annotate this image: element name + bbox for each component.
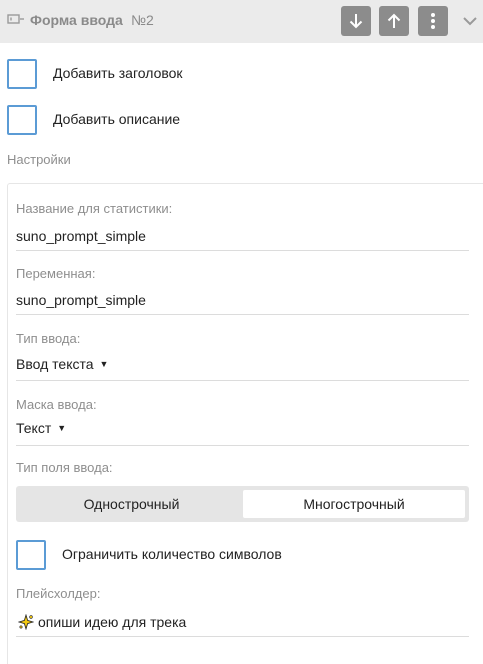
input-form-icon [7, 14, 24, 24]
add-description-label: Добавить описание [53, 111, 181, 127]
dropdown-caret-icon: ▼ [99, 359, 109, 369]
add-description-checkbox[interactable] [7, 105, 37, 135]
move-up-button[interactable] [379, 6, 409, 36]
limit-chars-label: Ограничить количество символов [62, 546, 282, 562]
variable-field[interactable]: suno_prompt_simple [16, 292, 146, 308]
sparkle-icon [18, 614, 34, 630]
more-vertical-icon [431, 13, 435, 29]
placeholder-field[interactable]: опиши идею для трека [18, 614, 186, 630]
input-mask-label: Маска ввода: [16, 397, 97, 412]
chevron-down-icon[interactable] [462, 13, 478, 29]
input-type-underline [16, 380, 469, 381]
stat-name-underline [16, 250, 469, 251]
add-title-option[interactable]: Добавить заголовок [7, 59, 183, 89]
input-type-label: Тип ввода: [16, 331, 81, 346]
block-header: Форма ввода №2 [0, 0, 483, 43]
multi-line-option[interactable]: Многострочный [243, 490, 465, 518]
variable-underline [16, 314, 469, 315]
placeholder-underline [16, 636, 469, 637]
arrow-up-icon [387, 13, 401, 28]
input-mask-value: Текст [16, 420, 52, 436]
more-options-button[interactable] [418, 6, 448, 36]
move-down-button[interactable] [341, 6, 371, 36]
variable-label: Переменная: [16, 266, 96, 281]
input-mask-underline [16, 445, 469, 446]
settings-section-label: Настройки [7, 152, 71, 167]
field-type-label: Тип поля ввода: [16, 460, 113, 475]
input-mask-select[interactable]: Текст ▼ [16, 420, 66, 436]
add-description-option[interactable]: Добавить описание [7, 105, 180, 135]
single-line-option[interactable]: Однострочный [20, 490, 243, 518]
limit-chars-checkbox[interactable] [16, 540, 46, 570]
dropdown-caret-icon: ▼ [57, 423, 67, 433]
input-type-value: Ввод текста [16, 356, 94, 372]
block-number: №2 [131, 12, 154, 28]
input-type-select[interactable]: Ввод текста ▼ [16, 356, 108, 372]
arrow-down-icon [349, 14, 363, 29]
placeholder-label: Плейсхолдер: [16, 586, 101, 601]
add-title-label: Добавить заголовок [53, 65, 183, 81]
placeholder-value: опиши идею для трека [38, 614, 187, 630]
add-title-checkbox[interactable] [7, 59, 37, 89]
stat-name-field[interactable]: suno_prompt_simple [16, 228, 146, 244]
block-title: Форма ввода [30, 12, 123, 28]
stat-name-label: Название для статистики: [16, 201, 173, 216]
limit-chars-option[interactable]: Ограничить количество символов [16, 540, 282, 570]
field-type-toggle: Однострочный Многострочный [16, 486, 469, 522]
